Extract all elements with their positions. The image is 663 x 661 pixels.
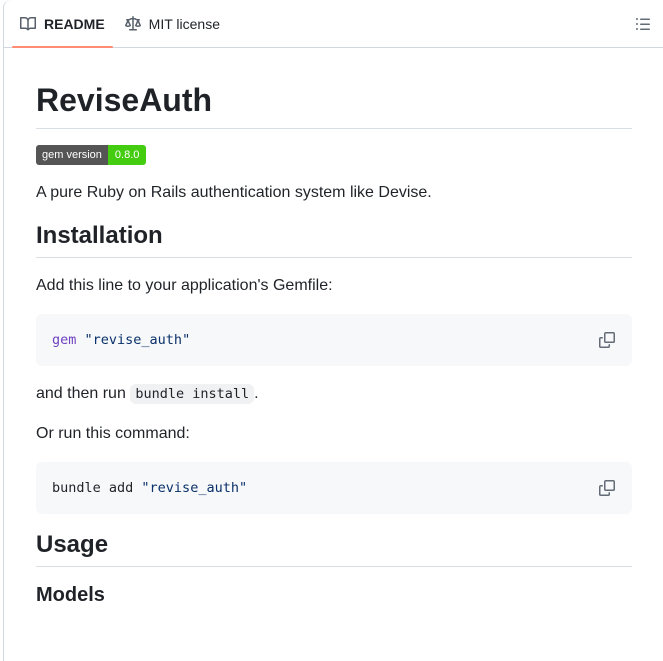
copy-button[interactable]: [599, 331, 617, 349]
readme-content: ReviseAuth gem version 0.8.0 A pure Ruby …: [4, 48, 663, 656]
badge-row: gem version 0.8.0: [36, 145, 632, 165]
page-title: ReviseAuth: [36, 80, 632, 129]
code-string: "revise_auth": [141, 480, 248, 497]
header-spacer: [230, 0, 623, 47]
run-suffix: .: [254, 385, 259, 403]
outline-button[interactable]: [623, 0, 663, 47]
or-command-paragraph: Or run this command:: [36, 425, 190, 443]
code-string: "revise_auth": [84, 332, 191, 349]
code-plain: bundle add: [52, 480, 134, 497]
tab-mit-license-label: MIT license: [148, 15, 220, 32]
active-tab-underline: [12, 46, 113, 48]
badge-value: 0.8.0: [107, 145, 147, 165]
code-gemfile: gem "revise_auth": [52, 330, 616, 350]
tab-mit-license[interactable]: MIT license: [115, 0, 230, 47]
code-keyword: gem: [52, 332, 77, 349]
copy-icon: [599, 480, 615, 497]
tab-readme[interactable]: README: [10, 0, 115, 48]
copy-icon: [599, 332, 615, 349]
code-block-gemfile: gem "revise_auth": [36, 314, 632, 367]
readme-tab-bar: README MIT license: [4, 0, 663, 48]
code-block-bundle-add: bundle add "revise_auth": [36, 462, 632, 515]
run-prefix: and then run: [36, 385, 126, 403]
models-heading: Models: [36, 584, 105, 607]
gem-version-badge[interactable]: gem version 0.8.0: [36, 145, 147, 165]
readme-panel: README MIT license ReviseAuth gem versio…: [3, 0, 663, 661]
usage-heading: Usage: [36, 530, 632, 568]
inline-code-bundle-install: bundle install: [130, 384, 255, 405]
installation-heading: Installation: [36, 221, 632, 259]
copy-button[interactable]: [599, 479, 617, 497]
tab-readme-label: README: [44, 15, 105, 32]
gemfile-paragraph: Add this line to your application's Gemf…: [36, 277, 333, 295]
badge-label: gem version: [36, 145, 108, 165]
bundle-install-paragraph: and then run bundle install.: [36, 382, 632, 406]
law-icon: [124, 15, 141, 30]
code-bundle-add: bundle add "revise_auth": [52, 478, 616, 498]
intro-paragraph: A pure Ruby on Rails authentication syst…: [36, 184, 432, 202]
book-icon: [20, 16, 36, 30]
list-unordered-icon: [636, 17, 650, 30]
